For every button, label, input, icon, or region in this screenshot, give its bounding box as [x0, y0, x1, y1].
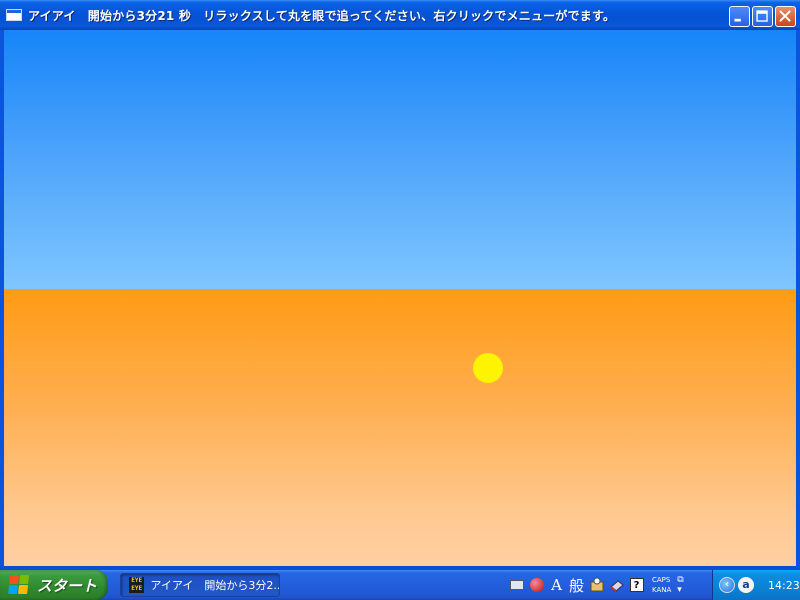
restore-language-bar-icon[interactable]: ⧉	[677, 575, 683, 585]
close-icon	[779, 10, 791, 22]
minimize-button[interactable]	[729, 6, 750, 27]
lock-keys-indicator: CAPS KANA	[648, 575, 671, 595]
ime-tray-icon[interactable]: a	[738, 577, 754, 593]
input-mode-button[interactable]: A	[548, 576, 565, 594]
start-label: スタート	[37, 576, 98, 595]
keyboard-icon[interactable]	[508, 577, 525, 594]
conversion-mode-button[interactable]: 般	[568, 576, 585, 595]
window-controls	[729, 6, 796, 27]
taskbar-window-button[interactable]: EYE EYE アイアイ 開始から3分2...	[120, 573, 280, 597]
app-window: アイアイ 開始から3分21 秒 リラックスして丸を眼で追ってください、右クリック…	[0, 0, 800, 570]
windows-logo-icon	[8, 575, 30, 595]
show-hidden-icons-button[interactable]: ‹	[719, 577, 735, 593]
start-button[interactable]: スタート	[0, 570, 108, 600]
help-label: ?	[629, 578, 644, 592]
sky-area	[4, 30, 796, 289]
ime-tools-icon[interactable]	[588, 577, 605, 594]
chevron-down-icon[interactable]: ▾	[677, 585, 683, 595]
ime-pad-icon[interactable]	[528, 577, 545, 594]
taskbar: スタート EYE EYE アイアイ 開始から3分2... A 般 ? CAPS …	[0, 570, 800, 600]
clock[interactable]: 14:23	[768, 579, 800, 592]
dictionary-icon[interactable]	[608, 577, 625, 594]
kana-indicator: KANA	[652, 586, 672, 594]
language-bar: A 般 ? CAPS KANA ⧉ ▾	[508, 570, 684, 600]
window-app-icon[interactable]	[6, 9, 22, 21]
taskbar-window-label: アイアイ 開始から3分2...	[150, 579, 279, 592]
ground-area	[4, 289, 796, 566]
maximize-button[interactable]	[752, 6, 773, 27]
conversion-mode-label: 般	[568, 576, 584, 595]
window-title: アイアイ 開始から3分21 秒 リラックスして丸を眼で追ってください、右クリック…	[28, 8, 616, 23]
minimize-icon	[734, 18, 741, 22]
system-tray: ‹ a 14:23	[712, 570, 800, 600]
title-bar[interactable]: アイアイ 開始から3分21 秒 リラックスして丸を眼で追ってください、右クリック…	[0, 0, 800, 30]
maximize-icon	[756, 10, 768, 22]
tracking-ball	[473, 353, 503, 383]
close-button[interactable]	[775, 6, 796, 27]
help-icon[interactable]: ?	[628, 577, 645, 594]
language-bar-options[interactable]: ⧉ ▾	[674, 575, 683, 595]
eye-app-icon: EYE EYE	[129, 577, 145, 593]
eye-exercise-canvas[interactable]	[4, 30, 796, 566]
input-mode-label: A	[551, 576, 562, 594]
caps-indicator: CAPS	[652, 576, 671, 584]
